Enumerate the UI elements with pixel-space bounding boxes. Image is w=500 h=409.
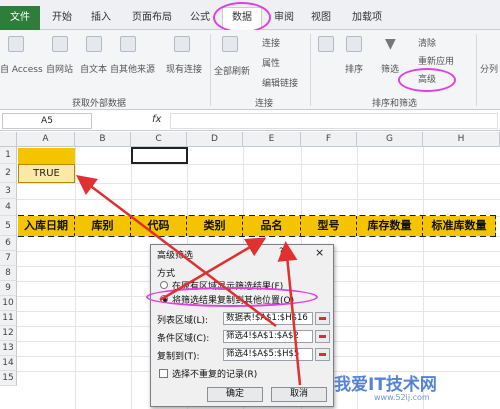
arrow-copy-to-header xyxy=(277,241,302,386)
watermark-text: 我爱IT技术网 xyxy=(334,375,437,395)
watermark-url: www.52ij.com xyxy=(374,393,430,402)
arrow-criteria-to-a2 xyxy=(76,174,277,327)
annotation-arrows xyxy=(76,174,302,386)
